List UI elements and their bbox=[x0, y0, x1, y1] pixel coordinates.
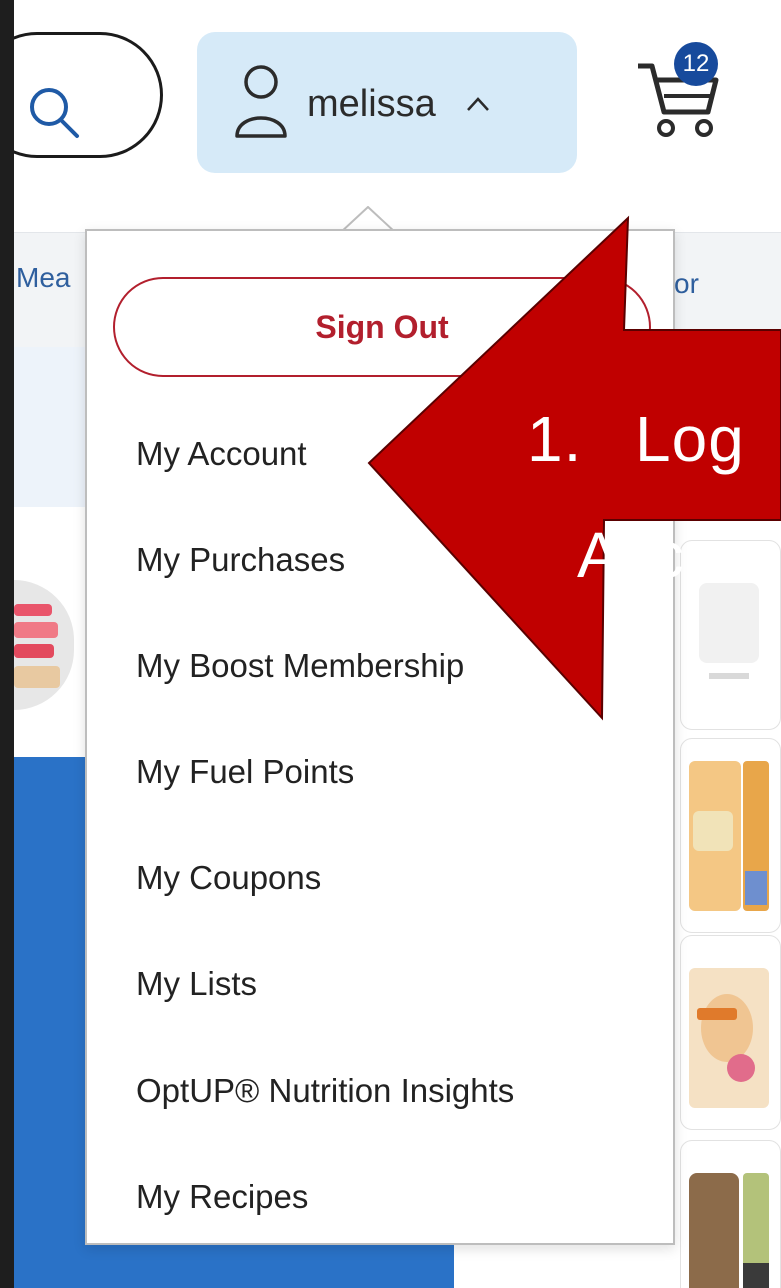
shopping-app-page: melissa 12 Mea or Sign Out My Account My… bbox=[14, 0, 781, 1288]
annotation-line-2: Acco bbox=[577, 519, 720, 591]
annotation-label: 1. Log bbox=[527, 400, 745, 478]
menu-item-optup-nutrition-insights[interactable]: OptUP® Nutrition Insights bbox=[136, 1069, 514, 1113]
account-menu-button[interactable]: melissa bbox=[197, 32, 577, 173]
chevron-up-icon bbox=[467, 97, 489, 111]
annotation-step-number: 1. bbox=[527, 403, 583, 475]
menu-item-my-purchases[interactable]: My Purchases bbox=[136, 538, 345, 582]
product-card[interactable] bbox=[680, 738, 781, 933]
menu-item-my-lists[interactable]: My Lists bbox=[136, 962, 257, 1006]
account-dropdown-menu: Sign Out My Account My Purchases My Boos… bbox=[85, 229, 675, 1245]
header: melissa 12 bbox=[14, 0, 781, 210]
menu-item-my-recipes[interactable]: My Recipes bbox=[136, 1175, 308, 1219]
category-image bbox=[14, 604, 60, 688]
cart-count-badge: 12 bbox=[674, 42, 718, 86]
user-icon bbox=[235, 65, 287, 138]
product-image bbox=[689, 761, 769, 911]
search-field[interactable] bbox=[14, 32, 163, 158]
sign-out-button[interactable]: Sign Out bbox=[113, 277, 651, 377]
nav-item-meal[interactable]: Mea bbox=[16, 262, 70, 294]
annotation-line-1: Log bbox=[635, 403, 745, 475]
product-image bbox=[689, 968, 769, 1108]
product-card[interactable] bbox=[680, 1140, 781, 1288]
search-icon[interactable] bbox=[25, 83, 83, 141]
nav-item-partial[interactable]: or bbox=[674, 268, 699, 300]
product-image bbox=[689, 1173, 769, 1288]
product-card[interactable] bbox=[680, 935, 781, 1130]
menu-item-my-account[interactable]: My Account bbox=[136, 432, 307, 476]
menu-item-my-fuel-points[interactable]: My Fuel Points bbox=[136, 750, 354, 794]
account-name: melissa bbox=[307, 83, 436, 125]
menu-item-my-coupons[interactable]: My Coupons bbox=[136, 856, 321, 900]
menu-item-my-boost-membership[interactable]: My Boost Membership bbox=[136, 644, 464, 688]
